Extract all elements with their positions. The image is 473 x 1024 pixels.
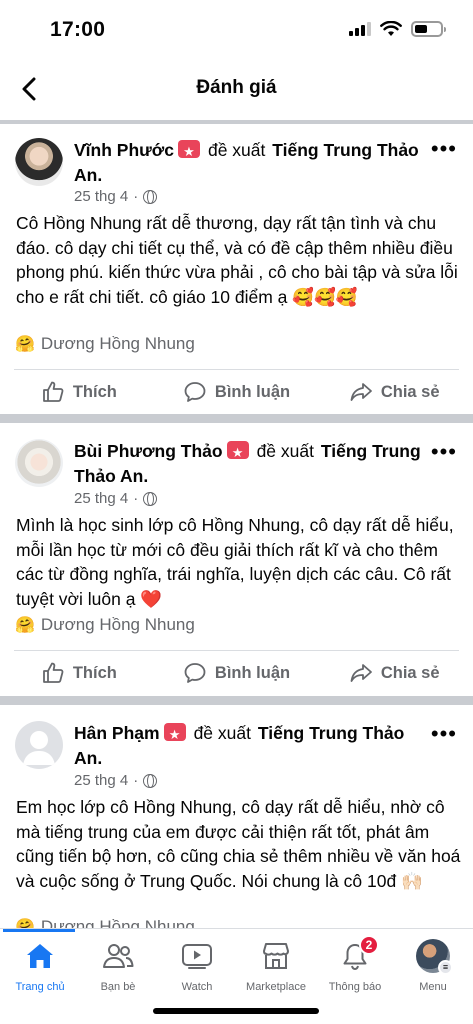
share-button[interactable]: Chia sẻ (315, 370, 473, 414)
tab-label: Thông báo (328, 981, 382, 993)
review-post: Hân Phạmđề xuất Tiếng Trung Thảo An. •••… (0, 705, 473, 928)
post-header: Hân Phạmđề xuất Tiếng Trung Thảo An. (74, 721, 429, 771)
avatar[interactable] (15, 439, 63, 487)
tab-watch[interactable]: Watch (157, 939, 237, 993)
share-icon (350, 664, 372, 682)
signal-icon (349, 22, 371, 36)
status-icons (349, 21, 446, 37)
tab-notifications[interactable]: 2 Thông báo (315, 935, 395, 993)
tab-friends[interactable]: Bạn bè (78, 939, 158, 993)
post-actions: Thích Bình luận Chia sẻ (0, 651, 473, 695)
avatar[interactable] (15, 138, 63, 186)
recommend-icon (226, 440, 249, 465)
share-button[interactable]: Chia sẻ (315, 651, 473, 695)
tagged-name: Dương Hồng Nhung (40, 615, 195, 634)
tagged-person[interactable]: 🤗 Dương Hồng Nhung (15, 334, 195, 354)
comment-icon (184, 663, 206, 683)
status-bar: 17:00 (0, 0, 473, 60)
comment-icon (184, 382, 206, 402)
like-label: Thích (72, 663, 117, 682)
author-name[interactable]: Bùi Phương Thảo (74, 441, 223, 461)
tagged-name: Dương Hồng Nhung (40, 334, 195, 353)
post-text: Cô Hồng Nhung rất dễ thương, dạy rất tận… (16, 213, 458, 307)
avatar[interactable] (15, 721, 63, 769)
home-icon (27, 944, 53, 968)
post-text: Em học lớp cô Hồng Nhung, cô dạy rất dễ … (16, 797, 461, 891)
post-meta: 25 thg 4 · (74, 490, 158, 507)
battery-icon (411, 21, 446, 37)
more-options-button[interactable]: ••• (431, 138, 457, 160)
active-tab-indicator (3, 929, 75, 932)
home-indicator (153, 1008, 319, 1014)
post-meta: 25 thg 4 · (74, 772, 158, 789)
tab-marketplace[interactable]: Marketplace (236, 939, 316, 993)
thumbs-up-icon (42, 381, 64, 402)
more-options-button[interactable]: ••• (431, 723, 457, 745)
hug-emoji-icon: 🤗 (15, 336, 35, 353)
default-avatar-icon (23, 731, 55, 765)
post-verb: đề xuất (256, 441, 314, 461)
tagged-person[interactable]: 🤗 Dương Hồng Nhung (15, 917, 195, 928)
header: Đánh giá (0, 60, 473, 120)
hug-emoji-icon: 🤗 (15, 919, 35, 928)
menu-lines-icon: ≡ (438, 960, 453, 975)
comment-label: Bình luận (214, 382, 291, 401)
review-post: Vĩnh Phướcđề xuất Tiếng Trung Thảo An. •… (0, 124, 473, 414)
post-meta: 25 thg 4 · (74, 188, 158, 205)
hug-emoji-icon: 🤗 (15, 617, 35, 634)
tab-label: Marketplace (246, 981, 306, 993)
author-name[interactable]: Vĩnh Phước (74, 140, 174, 160)
post-header: Vĩnh Phướcđề xuất Tiếng Trung Thảo An. (74, 138, 429, 188)
tab-menu[interactable]: ≡ Menu (393, 939, 473, 993)
post-verb: đề xuất (193, 723, 251, 743)
profile-avatar: ≡ (416, 939, 453, 975)
comment-button[interactable]: Bình luận (158, 651, 316, 695)
post-text: Mình là học sinh lớp cô Hồng Nhung, cô d… (16, 515, 454, 609)
marketplace-icon (263, 943, 289, 969)
thumbs-up-icon (42, 662, 64, 683)
tab-home[interactable]: Trang chủ (0, 939, 80, 993)
tab-label: Bạn bè (100, 981, 136, 993)
post-actions: Thích Bình luận Chia sẻ (0, 370, 473, 414)
post-header: Bùi Phương Thảođề xuất Tiếng Trung Thảo … (74, 439, 429, 489)
post-date[interactable]: 25 thg 4 (74, 188, 128, 205)
like-button[interactable]: Thích (0, 651, 158, 695)
author-name[interactable]: Hân Phạm (74, 723, 160, 743)
post-separator (0, 696, 473, 705)
share-label: Chia sẻ (380, 382, 440, 401)
globe-icon (143, 491, 158, 506)
share-icon (350, 383, 372, 401)
watch-video-icon (182, 944, 212, 969)
globe-icon (143, 773, 158, 788)
review-post: Bùi Phương Thảođề xuất Tiếng Trung Thảo … (0, 423, 473, 696)
tab-label: Menu (419, 981, 447, 993)
like-button[interactable]: Thích (0, 370, 158, 414)
comment-label: Bình luận (214, 663, 291, 682)
like-label: Thích (72, 382, 117, 401)
wifi-icon (380, 21, 402, 36)
globe-icon (143, 189, 158, 204)
post-date[interactable]: 25 thg 4 (74, 490, 128, 507)
post-verb: đề xuất (207, 140, 266, 160)
tagged-person[interactable]: 🤗 Dương Hồng Nhung (15, 615, 195, 635)
notification-count-badge: 2 (359, 935, 379, 955)
comment-button[interactable]: Bình luận (158, 370, 316, 414)
tab-label: Trang chủ (15, 981, 65, 993)
tagged-name: Dương Hồng Nhung (40, 917, 195, 928)
recommend-icon (177, 139, 200, 164)
tab-label: Watch (181, 981, 213, 993)
status-time: 17:00 (50, 18, 106, 41)
friends-icon (103, 944, 134, 968)
more-options-button[interactable]: ••• (431, 441, 457, 463)
post-date[interactable]: 25 thg 4 (74, 772, 128, 789)
page-title: Đánh giá (196, 77, 277, 98)
share-label: Chia sẻ (380, 663, 440, 682)
post-separator (0, 414, 473, 423)
recommend-icon (163, 722, 186, 747)
